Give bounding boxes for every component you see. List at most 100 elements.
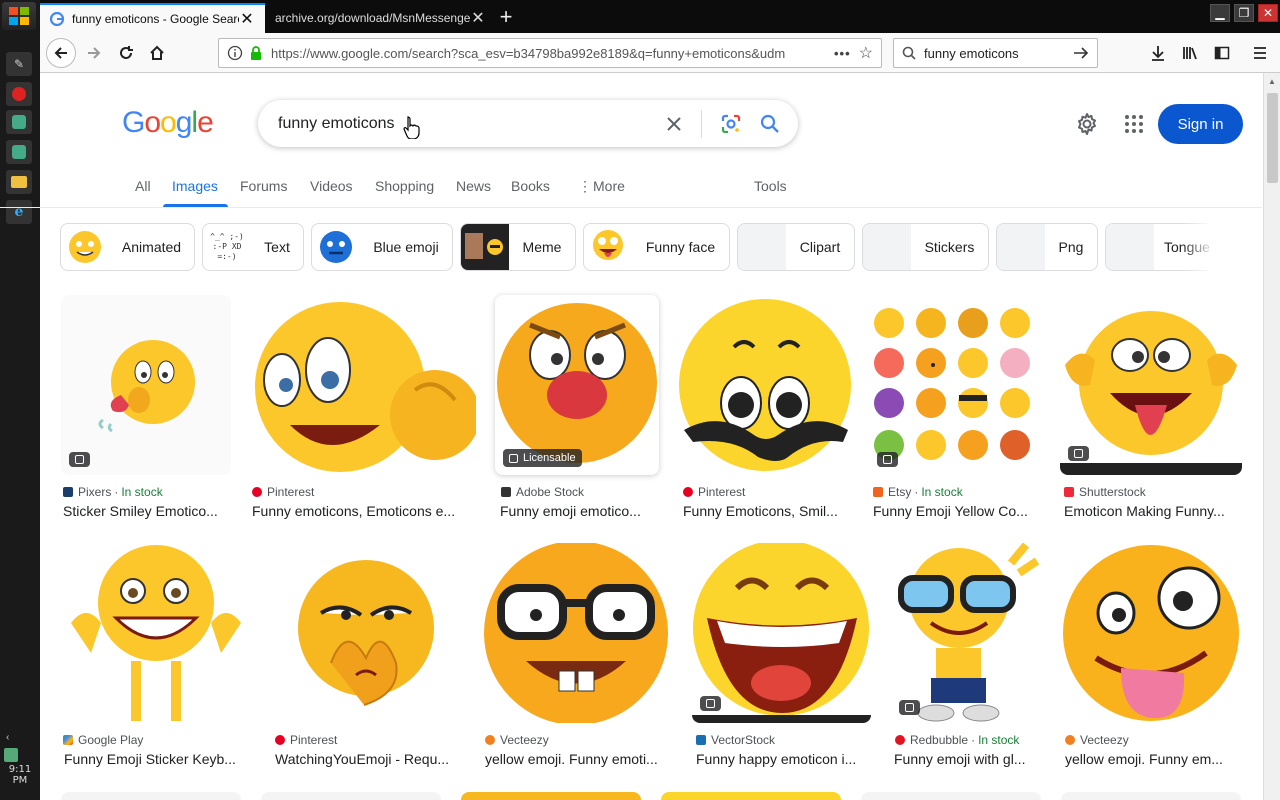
tray-chevron-icon[interactable]: ‹	[6, 732, 9, 743]
google-search-box[interactable]: funny emoticons	[258, 100, 798, 147]
result-source[interactable]: Vecteezy	[1065, 733, 1129, 747]
result-source[interactable]: Redbubble · In stock	[895, 733, 1019, 747]
chip-thumbnail	[997, 224, 1045, 270]
tab-videos[interactable]: Videos	[310, 178, 353, 194]
result-source[interactable]: Pinterest	[275, 733, 337, 747]
result-title[interactable]: yellow emoji. Funny emoti...	[485, 751, 670, 767]
result-thumbnail[interactable]	[61, 295, 231, 475]
result-title[interactable]: Sticker Smiley Emotico...	[63, 503, 233, 519]
menu-button[interactable]	[1246, 39, 1274, 67]
result-source[interactable]: Pinterest	[683, 485, 745, 499]
start-button[interactable]	[2, 2, 36, 30]
chip-blue-emoji[interactable]: Blue emoji	[311, 223, 453, 271]
info-icon[interactable]	[227, 45, 243, 61]
result-title[interactable]: Funny emoji with gl...	[894, 751, 1040, 767]
go-arrow-icon[interactable]	[1073, 46, 1089, 60]
chip-label: Tongue	[1164, 239, 1210, 255]
search-query[interactable]: funny emoticons	[278, 115, 647, 133]
result-source[interactable]: Adobe Stock	[501, 485, 584, 499]
downloads-button[interactable]	[1144, 39, 1172, 67]
bookmark-star-icon[interactable]: ☆	[859, 43, 873, 63]
home-button[interactable]	[143, 39, 171, 67]
tab-more[interactable]: More	[593, 178, 625, 194]
library-button[interactable]	[1176, 39, 1204, 67]
clear-icon[interactable]	[665, 115, 683, 133]
chip-clipart[interactable]: Clipart	[737, 223, 855, 271]
result-thumbnail[interactable]	[271, 543, 461, 723]
result-source[interactable]: Google Play	[63, 733, 143, 747]
result-title[interactable]: Funny Emoji Sticker Keyb...	[64, 751, 249, 767]
result-source[interactable]: Shutterstock	[1064, 485, 1146, 499]
forward-button[interactable]	[80, 39, 108, 67]
result-thumbnail[interactable]	[869, 295, 1041, 475]
tab-google-search[interactable]: funny emoticons - Google Search ✕	[40, 3, 265, 33]
tab-forums[interactable]: Forums	[240, 178, 287, 194]
tab-books[interactable]: Books	[511, 178, 550, 194]
tray-network-icon[interactable]	[4, 748, 18, 762]
result-title[interactable]: Funny happy emoticon i...	[696, 751, 868, 767]
tab-shopping[interactable]: Shopping	[375, 178, 434, 194]
settings-gear-icon[interactable]	[1075, 112, 1099, 136]
tab-archive-org[interactable]: archive.org/download/MsnMessenger ✕	[265, 3, 525, 33]
chip-text[interactable]: ^_^ ;-):-P XD =:-) Text	[202, 223, 304, 271]
google-lens-icon[interactable]	[720, 113, 742, 135]
chip-animated[interactable]: Animated	[60, 223, 195, 271]
result-title[interactable]: Funny Emoticons, Smil...	[683, 503, 848, 519]
google-logo[interactable]: Google	[122, 106, 214, 140]
result-title[interactable]: WatchingYouEmoji - Requ...	[275, 751, 460, 767]
scrollbar-thumb[interactable]	[1267, 93, 1278, 183]
result-thumbnail[interactable]	[692, 543, 871, 723]
tab-images[interactable]: Images	[172, 178, 218, 194]
result-source[interactable]: Pixers · In stock	[63, 485, 163, 499]
chip-png[interactable]: Png	[996, 223, 1098, 271]
tools-button[interactable]: Tools	[754, 178, 787, 194]
search-icon[interactable]	[760, 114, 780, 134]
result-title[interactable]: Funny Emoji Yellow Co...	[873, 503, 1038, 519]
taskbar-app-icon[interactable]: ✎	[6, 52, 32, 76]
chip-label: Meme	[522, 239, 562, 255]
taskbar-app-icon[interactable]	[6, 110, 32, 134]
result-thumbnail[interactable]	[61, 543, 251, 723]
browser-search-bar[interactable]: funny emoticons	[893, 38, 1098, 68]
result-source[interactable]: VectorStock	[696, 733, 775, 747]
result-title[interactable]: yellow emoji. Funny em...	[1065, 751, 1240, 767]
result-thumbnail[interactable]	[679, 295, 851, 475]
chip-tongue[interactable]: Tongue	[1105, 223, 1215, 271]
window-close-button[interactable]: ✕	[1258, 4, 1278, 22]
taskbar-opera-icon[interactable]	[6, 82, 32, 106]
minimize-button[interactable]: ▁	[1210, 4, 1230, 22]
result-thumbnail[interactable]	[481, 543, 672, 723]
result-source[interactable]: Vecteezy	[485, 733, 549, 747]
result-thumbnail[interactable]	[891, 543, 1041, 723]
image-badge	[877, 452, 898, 467]
result-source[interactable]: Etsy · In stock	[873, 485, 963, 499]
url-bar[interactable]: https://www.google.com/search?sca_esv=b3…	[218, 38, 882, 68]
sidebar-button[interactable]	[1208, 39, 1236, 67]
result-title[interactable]: Funny emoticons, Emoticons e...	[252, 503, 478, 519]
tab-all[interactable]: All	[135, 178, 151, 194]
result-thumbnail[interactable]	[250, 295, 476, 475]
result-thumbnail[interactable]	[1060, 295, 1242, 475]
google-apps-icon[interactable]	[1122, 112, 1146, 136]
chip-meme[interactable]: Meme	[460, 223, 576, 271]
chip-stickers[interactable]: Stickers	[862, 223, 989, 271]
sign-in-button[interactable]: Sign in	[1158, 104, 1243, 144]
tab-close-icon[interactable]: ✕	[239, 9, 255, 29]
result-source[interactable]: Pinterest	[252, 485, 314, 499]
result-thumbnail[interactable]	[1061, 543, 1242, 723]
result-title[interactable]: Emoticon Making Funny...	[1064, 503, 1239, 519]
tab-news[interactable]: News	[456, 178, 491, 194]
maximize-button[interactable]: ❐	[1234, 4, 1254, 22]
more-icon[interactable]: ⋮	[578, 178, 592, 195]
result-thumbnail[interactable]: Licensable	[495, 295, 659, 475]
taskbar-app-icon[interactable]	[6, 140, 32, 164]
arrow-right-icon	[88, 47, 101, 59]
back-button[interactable]	[46, 38, 76, 68]
tab-close-icon[interactable]: ✕	[470, 8, 486, 28]
chip-funny-face[interactable]: Funny face	[583, 223, 730, 271]
page-actions-icon[interactable]: •••	[834, 46, 851, 61]
result-title[interactable]: Funny emoji emotico...	[500, 503, 655, 519]
new-tab-button[interactable]: +	[492, 3, 520, 31]
page-scrollbar[interactable]: ▲	[1263, 73, 1280, 800]
reload-button[interactable]	[112, 39, 140, 67]
